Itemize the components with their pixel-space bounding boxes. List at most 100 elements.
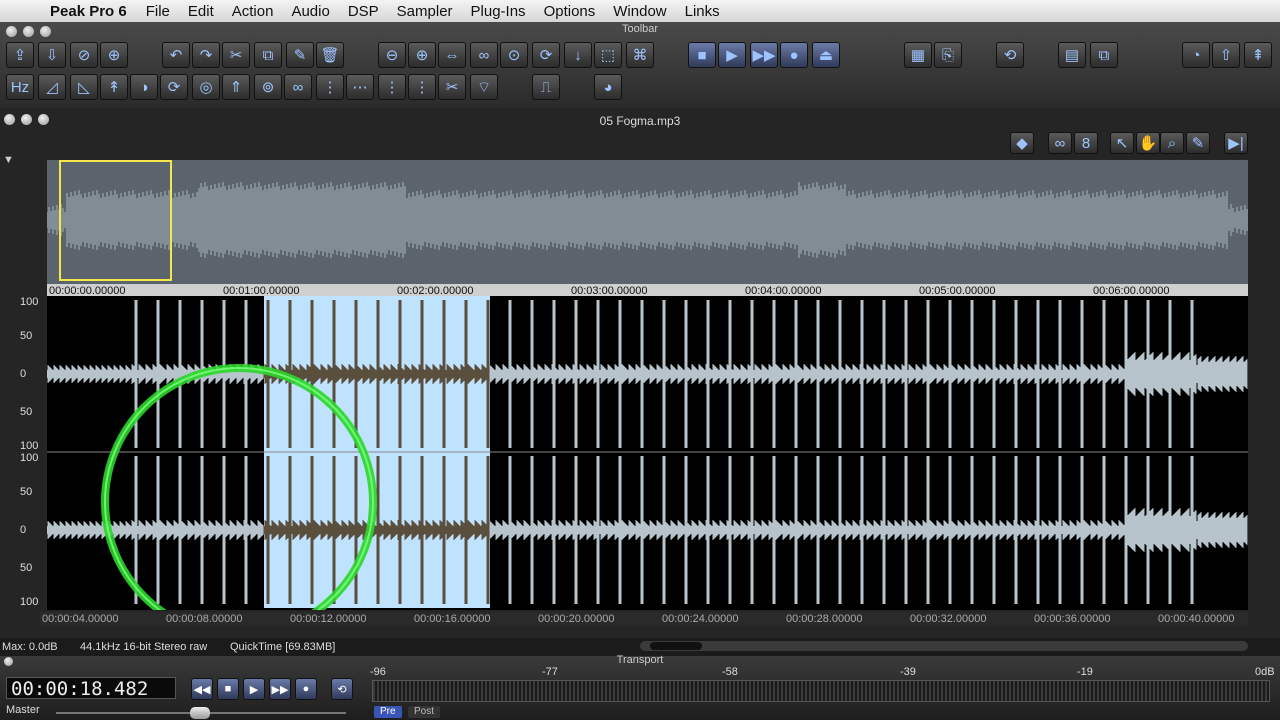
file-format: 44.1kHz 16-bit Stereo raw xyxy=(80,641,208,653)
disclosure-triangle-icon[interactable]: ▼ xyxy=(3,154,14,166)
toolbar-button[interactable]: ⇧ xyxy=(1212,42,1240,68)
document-tool-button[interactable]: ⌕ xyxy=(1160,132,1184,154)
document-tool-button[interactable]: ↖ xyxy=(1110,132,1134,154)
fast-forward-button[interactable]: ▶▶ xyxy=(269,678,291,700)
toolbar-button[interactable]: ◔ xyxy=(1182,42,1210,68)
menu-file[interactable]: File xyxy=(137,3,179,20)
toolbar-button[interactable]: ⎍ xyxy=(532,74,560,100)
toolbar-button[interactable]: ⎘ xyxy=(934,42,962,68)
toolbar-button[interactable]: ⊕ xyxy=(408,42,436,68)
toolbar-button[interactable]: ⇞ xyxy=(1244,42,1272,68)
fast-forward-icon: ▶▶ xyxy=(271,683,289,696)
close-icon[interactable] xyxy=(6,26,17,37)
horizontal-scrollbar[interactable] xyxy=(640,641,1248,651)
toolbar-button[interactable]: ⟳ xyxy=(532,42,560,68)
menu-action[interactable]: Action xyxy=(223,3,283,20)
toolbar-button[interactable]: ✂ xyxy=(222,42,250,68)
toolbar-button[interactable]: ⊘ xyxy=(70,42,98,68)
toolbar-button[interactable]: ⇔ xyxy=(438,42,466,68)
rewind-button[interactable]: ◀◀ xyxy=(191,678,213,700)
menu-edit[interactable]: Edit xyxy=(179,3,223,20)
overview-waveform[interactable] xyxy=(47,160,1248,284)
document-tool-button[interactable]: ✋ xyxy=(1136,132,1160,154)
toolbar-button[interactable]: ◑ xyxy=(130,74,158,100)
amplitude-label: 100 xyxy=(20,452,39,464)
toolbar-button[interactable]: ⋯ xyxy=(346,74,374,100)
toolbar-button[interactable]: ⟲ xyxy=(996,42,1024,68)
toolbar-button[interactable]: ■ xyxy=(688,42,716,68)
toolbar-button[interactable]: ◿ xyxy=(38,74,66,100)
menu-links[interactable]: Links xyxy=(676,3,729,20)
toolbar-button[interactable]: ⋮ xyxy=(408,74,436,100)
document-tool-button[interactable]: 8 xyxy=(1074,132,1098,154)
main-ruler-label: 00:00:20.00000 xyxy=(538,613,615,625)
toolbar-button[interactable]: ⧉ xyxy=(254,42,282,68)
meter-scale-label: 0dB xyxy=(1255,666,1275,678)
toolbar-button[interactable]: ⋮ xyxy=(378,74,406,100)
master-volume-knob[interactable] xyxy=(190,707,210,719)
toolbar-button[interactable]: ⋮ xyxy=(316,74,344,100)
stop-button[interactable]: ■ xyxy=(217,678,239,700)
menu-dsp[interactable]: DSP xyxy=(339,3,388,20)
toolbar-button[interactable]: ▶ xyxy=(718,42,746,68)
toolbar-button[interactable]: ● xyxy=(780,42,808,68)
toolbar-button[interactable]: ⏏ xyxy=(812,42,840,68)
menu-window[interactable]: Window xyxy=(604,3,675,20)
menu-audio[interactable]: Audio xyxy=(282,3,338,20)
toolbar-button[interactable]: ⇪ xyxy=(6,42,34,68)
toolbar-button[interactable]: ▶▶ xyxy=(750,42,778,68)
toolbar-button[interactable]: ⊕ xyxy=(100,42,128,68)
toolbar-button[interactable]: ▦ xyxy=(904,42,932,68)
record-button[interactable]: ● xyxy=(295,678,317,700)
toolbar-title: Toolbar xyxy=(621,23,659,35)
toolbar-button[interactable]: ⌘ xyxy=(626,42,654,68)
toolbar-button[interactable]: ⟳ xyxy=(160,74,188,100)
toolbar-button[interactable]: ◺ xyxy=(70,74,98,100)
main-ruler-label: 00:00:08.00000 xyxy=(166,613,243,625)
toolbar-button[interactable]: ⧉ xyxy=(1090,42,1118,68)
toolbar-button[interactable]: ▤ xyxy=(1058,42,1086,68)
toolbar-button[interactable]: ◕ xyxy=(594,74,622,100)
toolbar-button[interactable]: ↶ xyxy=(162,42,190,68)
post-toggle[interactable]: Post xyxy=(408,706,441,718)
max-level: Max: 0.0dB xyxy=(2,641,58,653)
pre-toggle[interactable]: Pre xyxy=(374,706,402,718)
toolbar-button[interactable]: ✎ xyxy=(286,42,314,68)
toolbar-button[interactable]: ⬚ xyxy=(594,42,622,68)
minimize-icon[interactable] xyxy=(23,26,34,37)
document-tool-button[interactable]: ✎ xyxy=(1186,132,1210,154)
menu-plugins[interactable]: Plug-Ins xyxy=(462,3,535,20)
amplitude-label: 50 xyxy=(20,406,33,418)
menu-sampler[interactable]: Sampler xyxy=(388,3,462,20)
record-icon: ● xyxy=(302,683,310,695)
toolbar-button[interactable]: ⇑ xyxy=(222,74,250,100)
document-tool-button[interactable]: ▶| xyxy=(1224,132,1248,154)
toolbar-button[interactable]: ⊚ xyxy=(254,74,282,100)
toolbar-button[interactable]: 🗑 xyxy=(316,42,344,68)
toolbar-button[interactable]: ✂ xyxy=(438,74,466,100)
toolbar-button[interactable]: ⊙ xyxy=(500,42,528,68)
amplitude-label: 50 xyxy=(20,486,33,498)
loop-icon: ⟲ xyxy=(337,683,347,696)
toolbar-button[interactable]: Hz xyxy=(6,74,34,100)
document-tool-button[interactable]: ∞ xyxy=(1048,132,1072,154)
toolbar-button[interactable]: ↟ xyxy=(100,74,128,100)
menu-app-name[interactable]: Peak Pro 6 xyxy=(34,3,137,20)
toolbar-button[interactable]: ◎ xyxy=(192,74,220,100)
loop-button[interactable]: ⟲ xyxy=(331,678,353,700)
toolbar-button[interactable]: ∞ xyxy=(470,42,498,68)
scrollbar-thumb[interactable] xyxy=(650,642,702,650)
toolbar-button[interactable]: ↓ xyxy=(564,42,592,68)
toolbar-button[interactable]: ↷ xyxy=(192,42,220,68)
menu-options[interactable]: Options xyxy=(535,3,605,20)
document-tool-button[interactable]: ◆ xyxy=(1010,132,1034,154)
toolbar-button[interactable]: ⌔ xyxy=(470,74,498,100)
toolbar-button[interactable]: ⇩ xyxy=(38,42,66,68)
overview-view-box[interactable] xyxy=(59,160,172,281)
play-button[interactable]: ▶ xyxy=(243,678,265,700)
toolbar-button[interactable]: ⊖ xyxy=(378,42,406,68)
zoom-icon[interactable] xyxy=(40,26,51,37)
main-waveform[interactable] xyxy=(47,296,1248,610)
meter-scale-label: -96 xyxy=(370,666,386,678)
toolbar-button[interactable]: ∞ xyxy=(284,74,312,100)
